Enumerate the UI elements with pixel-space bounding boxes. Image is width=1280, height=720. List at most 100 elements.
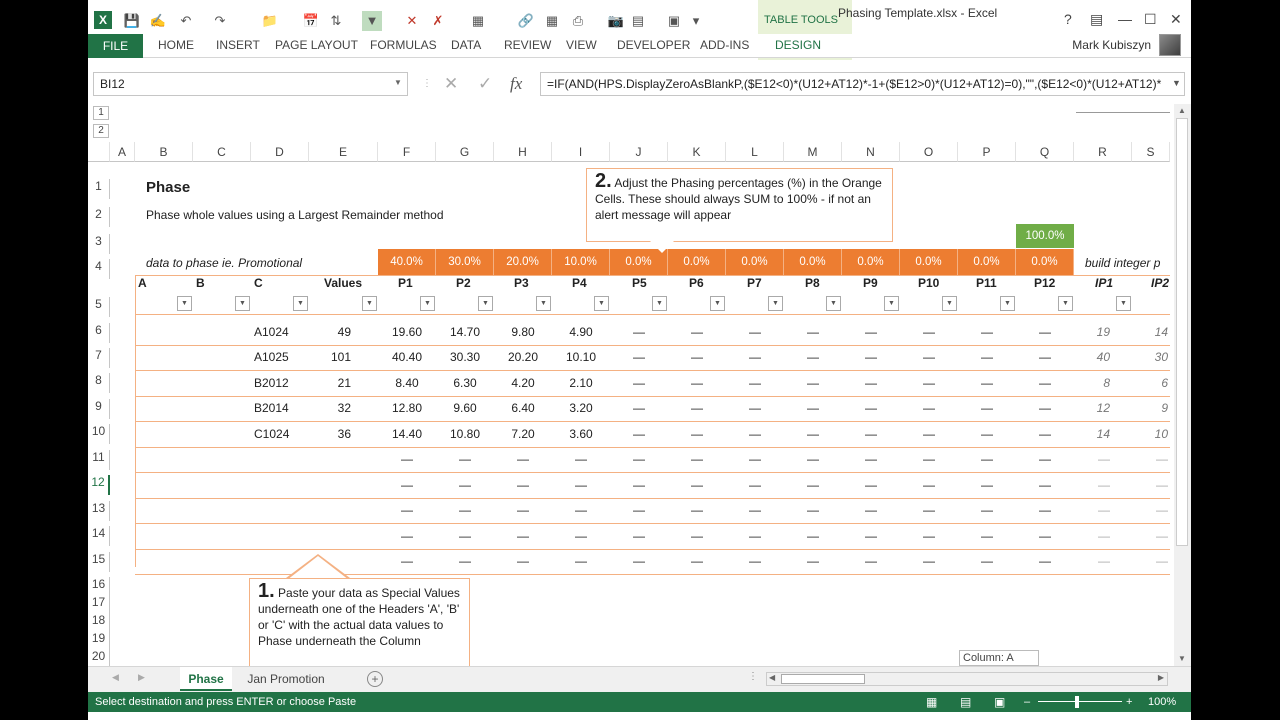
- table-cell[interactable]: —: [436, 503, 494, 517]
- add-sheet-icon[interactable]: +: [367, 671, 383, 687]
- table-cell[interactable]: —: [494, 452, 552, 466]
- table-cell[interactable]: 14.70: [436, 325, 494, 339]
- table-cell[interactable]: 10.10: [552, 350, 610, 364]
- table-cell[interactable]: —: [378, 554, 436, 568]
- filter-dropdown-icon[interactable]: ▼: [884, 296, 899, 311]
- tab-view[interactable]: VIEW: [566, 34, 597, 58]
- table-cell[interactable]: —: [1016, 529, 1074, 543]
- cut-icon[interactable]: ✕: [402, 11, 422, 31]
- col-header[interactable]: I: [552, 142, 610, 162]
- chart-icon[interactable]: ▤: [628, 11, 648, 31]
- table-cell[interactable]: —: [494, 503, 552, 517]
- table-cell[interactable]: —: [668, 503, 726, 517]
- table-cell[interactable]: 6.30: [436, 376, 494, 390]
- table-cell[interactable]: —: [784, 350, 842, 364]
- next-sheet-icon[interactable]: ▶: [138, 672, 145, 683]
- page-break-view-icon[interactable]: ▣: [994, 692, 1005, 712]
- table-cell[interactable]: —: [610, 427, 668, 441]
- save-icon[interactable]: 💾: [122, 11, 142, 31]
- table-cell[interactable]: —: [1016, 376, 1074, 390]
- zoom-level[interactable]: 100%: [1148, 692, 1176, 712]
- col-header[interactable]: J: [610, 142, 668, 162]
- table-cell[interactable]: —: [668, 325, 726, 339]
- tab-home[interactable]: HOME: [158, 34, 194, 58]
- table-cell[interactable]: —: [958, 529, 1016, 543]
- table-cell[interactable]: —: [726, 401, 784, 415]
- table-cell[interactable]: —: [610, 401, 668, 415]
- filter-dropdown-icon[interactable]: ▼: [942, 296, 957, 311]
- folder-icon[interactable]: 📁: [260, 11, 280, 31]
- prev-sheet-icon[interactable]: ◀: [112, 672, 119, 683]
- table-cell[interactable]: —: [1074, 554, 1110, 568]
- table-cell[interactable]: —: [784, 554, 842, 568]
- tab-page-layout[interactable]: PAGE LAYOUT: [275, 34, 358, 58]
- pct-cell[interactable]: 0.0%: [1016, 249, 1074, 275]
- splitter-icon[interactable]: ⋮: [748, 671, 758, 682]
- table-cell[interactable]: —: [1132, 554, 1168, 568]
- filter-dropdown-icon[interactable]: ▼: [594, 296, 609, 311]
- table-cell[interactable]: —: [958, 554, 1016, 568]
- pct-cell[interactable]: 0.0%: [668, 249, 726, 275]
- table-cell[interactable]: —: [784, 503, 842, 517]
- sheet-tab-jan-promotion[interactable]: Jan Promotion: [238, 667, 334, 691]
- table-cell[interactable]: 3.20: [552, 401, 610, 415]
- table-cell[interactable]: —: [436, 554, 494, 568]
- col-header[interactable]: C: [193, 142, 251, 162]
- table-cell[interactable]: 21: [309, 376, 351, 390]
- customize-qat-icon[interactable]: ▾: [686, 11, 706, 31]
- print-icon[interactable]: ⎙: [568, 11, 588, 31]
- table-cell[interactable]: —: [668, 350, 726, 364]
- table-cell[interactable]: —: [1016, 427, 1074, 441]
- row-header[interactable]: 15: [88, 552, 110, 572]
- table-cell[interactable]: —: [1074, 478, 1110, 492]
- table-cell[interactable]: —: [1016, 350, 1074, 364]
- name-box[interactable]: BI12: [93, 72, 408, 96]
- pct-cell[interactable]: 0.0%: [726, 249, 784, 275]
- col-header[interactable]: H: [494, 142, 552, 162]
- table-cell[interactable]: 7.20: [494, 427, 552, 441]
- table-cell[interactable]: —: [842, 350, 900, 364]
- pct-cell[interactable]: 0.0%: [842, 249, 900, 275]
- table-cell[interactable]: —: [958, 401, 1016, 415]
- table-cell[interactable]: —: [494, 529, 552, 543]
- image-icon[interactable]: ▣: [664, 11, 684, 31]
- normal-view-icon[interactable]: ▦: [926, 692, 937, 712]
- table-cell[interactable]: —: [958, 325, 1016, 339]
- pct-cell[interactable]: 30.0%: [436, 249, 494, 275]
- table-cell[interactable]: 49: [309, 325, 351, 339]
- table-cell[interactable]: B2014: [254, 401, 289, 415]
- table-cell[interactable]: —: [784, 427, 842, 441]
- table-cell[interactable]: 12: [1074, 401, 1110, 415]
- sheet-tab-phase[interactable]: Phase: [180, 667, 232, 691]
- table-cell[interactable]: —: [958, 503, 1016, 517]
- pct-cell[interactable]: 0.0%: [784, 249, 842, 275]
- filter-dropdown-icon[interactable]: ▼: [826, 296, 841, 311]
- table-cell[interactable]: —: [494, 554, 552, 568]
- filter-dropdown-icon[interactable]: ▼: [1058, 296, 1073, 311]
- tab-developer[interactable]: DEVELOPER: [617, 34, 690, 58]
- table-cell[interactable]: 9.60: [436, 401, 494, 415]
- table-cell[interactable]: —: [900, 478, 958, 492]
- table-cell[interactable]: 40: [1074, 350, 1110, 364]
- worksheet-grid[interactable]: 1 2 A B C D E F G H I J K L M N O P Q R …: [88, 104, 1191, 668]
- table-cell[interactable]: —: [726, 554, 784, 568]
- table-cell[interactable]: —: [610, 554, 668, 568]
- col-header[interactable]: R: [1074, 142, 1132, 162]
- table-cell[interactable]: —: [726, 427, 784, 441]
- table-cell[interactable]: 9: [1132, 401, 1168, 415]
- scroll-left-icon[interactable]: ◀: [769, 673, 775, 682]
- col-header[interactable]: A: [110, 142, 135, 162]
- col-header[interactable]: F: [378, 142, 436, 162]
- table-cell[interactable]: —: [552, 452, 610, 466]
- row-header[interactable]: 5: [88, 297, 110, 317]
- table-cell[interactable]: —: [668, 401, 726, 415]
- tab-add-ins[interactable]: ADD-INS: [700, 34, 749, 58]
- table-cell[interactable]: 32: [309, 401, 351, 415]
- table-cell[interactable]: 19.60: [378, 325, 436, 339]
- table-cell[interactable]: —: [842, 503, 900, 517]
- table-cell[interactable]: —: [900, 529, 958, 543]
- table-cell[interactable]: —: [610, 529, 668, 543]
- table-cell[interactable]: 19: [1074, 325, 1110, 339]
- outline-level-2[interactable]: 2: [93, 124, 109, 138]
- ribbon-display-icon[interactable]: ▤: [1090, 11, 1103, 28]
